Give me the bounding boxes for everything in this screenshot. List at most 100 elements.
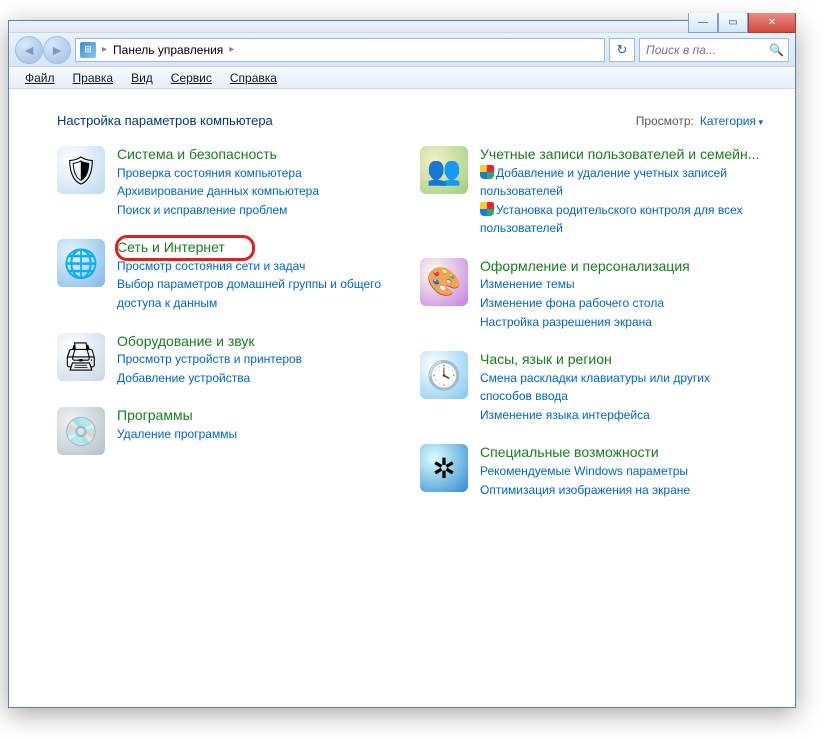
- search-box[interactable]: 🔍: [639, 38, 789, 62]
- category-icon: ✲: [420, 444, 468, 492]
- category-column-left: 🛡 Система и безопасность Проверка состояни…: [57, 146, 400, 499]
- category-link[interactable]: Смена раскладки клавиатуры или других сп…: [480, 369, 763, 406]
- category-link[interactable]: Изменение темы: [480, 275, 763, 294]
- category-icon: 👥: [420, 146, 468, 194]
- category-link-text: Изменение языка интерфейса: [480, 408, 650, 422]
- category-link[interactable]: Просмотр устройств и принтеров: [117, 350, 400, 369]
- category-link[interactable]: Установка родительского контроля для все…: [480, 201, 763, 238]
- category-оформление-и-персонализация: 🎨Оформление и персонализацияИзменение те…: [420, 258, 763, 331]
- category-link[interactable]: Изменение языка интерфейса: [480, 406, 763, 425]
- category-link[interactable]: Архивирование данных компьютера: [117, 182, 400, 201]
- category-title[interactable]: Система и безопасность: [117, 146, 400, 164]
- category-link-text: Настройка разрешения экрана: [480, 315, 652, 329]
- category-icon: 🎨: [420, 258, 468, 306]
- title-bar[interactable]: [9, 21, 795, 33]
- category-title[interactable]: Учетные записи пользователей и семейн...: [480, 146, 763, 164]
- category-link-text: Проверка состояния компьютера: [117, 166, 302, 180]
- shield-icon: [480, 165, 494, 179]
- category-icon: 🛡: [57, 146, 105, 194]
- category-icon: 🌐: [57, 239, 105, 287]
- category-link[interactable]: Просмотр состояния сети и задач: [117, 257, 400, 276]
- category-учетные-записи-пользователей-и-семейн: 👥Учетные записи пользователей и семейн..…: [420, 146, 763, 238]
- category-link-text: Установка родительского контроля для все…: [480, 203, 743, 236]
- category-body: Программы Удаление программы: [117, 407, 400, 455]
- content-area: Настройка параметров компьютера Просмотр…: [9, 89, 795, 707]
- category-icon: 🕓: [420, 351, 468, 399]
- chevron-right-icon: ▸: [102, 44, 107, 55]
- close-button[interactable]: [748, 13, 796, 33]
- category-body: Система и безопасность Проверка состояния…: [117, 146, 400, 219]
- forward-button[interactable]: ►: [43, 36, 71, 64]
- category-link-text: Удаление программы: [117, 427, 237, 441]
- category-title[interactable]: Оборудование и звук: [117, 333, 400, 351]
- nav-history-buttons: ◄ ►: [15, 36, 71, 64]
- category-программы: 💿 Программы Удаление программы: [57, 407, 400, 455]
- category-link-text: Выбор параметров домашней группы и общег…: [117, 277, 381, 310]
- menu-help[interactable]: Справка: [222, 69, 285, 87]
- window-controls: [688, 13, 796, 33]
- category-link[interactable]: Выбор параметров домашней группы и общег…: [117, 275, 400, 312]
- category-link-text: Изменение фона рабочего стола: [480, 296, 664, 310]
- breadcrumb-root[interactable]: Панель управления: [113, 43, 223, 57]
- category-title[interactable]: Часы, язык и регион: [480, 351, 763, 369]
- category-title[interactable]: Программы: [117, 407, 400, 425]
- category-title[interactable]: Специальные возможности: [480, 444, 763, 462]
- category-link[interactable]: Оптимизация изображения на экране: [480, 481, 763, 500]
- category-link-text: Изменение темы: [480, 277, 575, 291]
- category-body: Специальные возможности Рекомендуемые Win…: [480, 444, 763, 499]
- category-link-text: Просмотр состояния сети и задач: [117, 259, 305, 273]
- search-icon: 🔍: [769, 43, 784, 57]
- category-icon: 💿: [57, 407, 105, 455]
- category-специальные-возможности: ✲ Специальные возможности Рекомендуемые Wi…: [420, 444, 763, 499]
- content-header: Настройка параметров компьютера Просмотр…: [57, 113, 763, 128]
- category-link[interactable]: Добавление устройства: [117, 369, 400, 388]
- navigation-bar: ◄ ► ⊞ ▸ Панель управления ▸ ↻ 🔍: [9, 33, 795, 67]
- category-link-text: Поиск и исправление проблем: [117, 203, 287, 217]
- category-часы-язык-и-регион: 🕓 Часы, язык и регион Смена раскладки клав…: [420, 351, 763, 424]
- control-panel-icon: ⊞: [80, 42, 96, 58]
- category-link[interactable]: Изменение фона рабочего стола: [480, 294, 763, 313]
- shield-icon: [480, 202, 494, 216]
- category-icon: 🖨: [57, 333, 105, 381]
- category-body: Учетные записи пользователей и семейн...…: [480, 146, 763, 238]
- category-link[interactable]: Добавление и удаление учетных записей по…: [480, 164, 763, 201]
- minimize-button[interactable]: [688, 13, 718, 33]
- category-система-и-безопасность: 🛡 Система и безопасность Проверка состояни…: [57, 146, 400, 219]
- view-by-dropdown[interactable]: Категория: [700, 114, 763, 128]
- category-link[interactable]: Поиск и исправление проблем: [117, 201, 400, 220]
- search-input[interactable]: [644, 42, 765, 58]
- category-link[interactable]: Рекомендуемые Windows параметры: [480, 462, 763, 481]
- address-bar[interactable]: ⊞ ▸ Панель управления ▸: [75, 38, 605, 62]
- menu-bar: Файл Правка Вид Сервис Справка: [9, 67, 795, 89]
- menu-file[interactable]: Файл: [17, 69, 63, 87]
- category-link[interactable]: Удаление программы: [117, 425, 400, 444]
- category-column-right: 👥Учетные записи пользователей и семейн..…: [420, 146, 763, 499]
- category-link[interactable]: Настройка разрешения экрана: [480, 313, 763, 332]
- category-title[interactable]: Сеть и Интернет: [117, 239, 400, 257]
- category-body: Сеть и Интернет Просмотр состояния сети и…: [117, 239, 400, 312]
- control-panel-window: ◄ ► ⊞ ▸ Панель управления ▸ ↻ 🔍 Файл Пра…: [8, 20, 796, 708]
- category-link-text: Архивирование данных компьютера: [117, 184, 319, 198]
- view-by: Просмотр: Категория: [636, 114, 763, 128]
- category-body: Оборудование и звукПросмотр устройств и …: [117, 333, 400, 388]
- category-link-text: Просмотр устройств и принтеров: [117, 352, 302, 366]
- category-link-text: Смена раскладки клавиатуры или других сп…: [480, 371, 710, 404]
- category-link[interactable]: Проверка состояния компьютера: [117, 164, 400, 183]
- category-оборудование-и-звук: 🖨Оборудование и звукПросмотр устройств и…: [57, 333, 400, 388]
- refresh-button[interactable]: ↻: [609, 38, 635, 62]
- category-columns: 🛡 Система и безопасность Проверка состояни…: [57, 146, 763, 499]
- menu-edit[interactable]: Правка: [65, 69, 122, 87]
- menu-view[interactable]: Вид: [123, 69, 161, 87]
- category-link-text: Добавление и удаление учетных записей по…: [480, 166, 727, 199]
- category-body: Часы, язык и регион Смена раскладки клави…: [480, 351, 763, 424]
- back-button[interactable]: ◄: [15, 36, 43, 64]
- menu-tools[interactable]: Сервис: [163, 69, 220, 87]
- chevron-right-icon: ▸: [229, 44, 234, 55]
- category-link-text: Оптимизация изображения на экране: [480, 483, 690, 497]
- maximize-button[interactable]: [718, 13, 748, 33]
- page-title: Настройка параметров компьютера: [57, 113, 273, 128]
- category-link-text: Добавление устройства: [117, 371, 250, 385]
- category-link-text: Рекомендуемые Windows параметры: [480, 464, 688, 478]
- category-title[interactable]: Оформление и персонализация: [480, 258, 763, 276]
- category-body: Оформление и персонализацияИзменение тем…: [480, 258, 763, 331]
